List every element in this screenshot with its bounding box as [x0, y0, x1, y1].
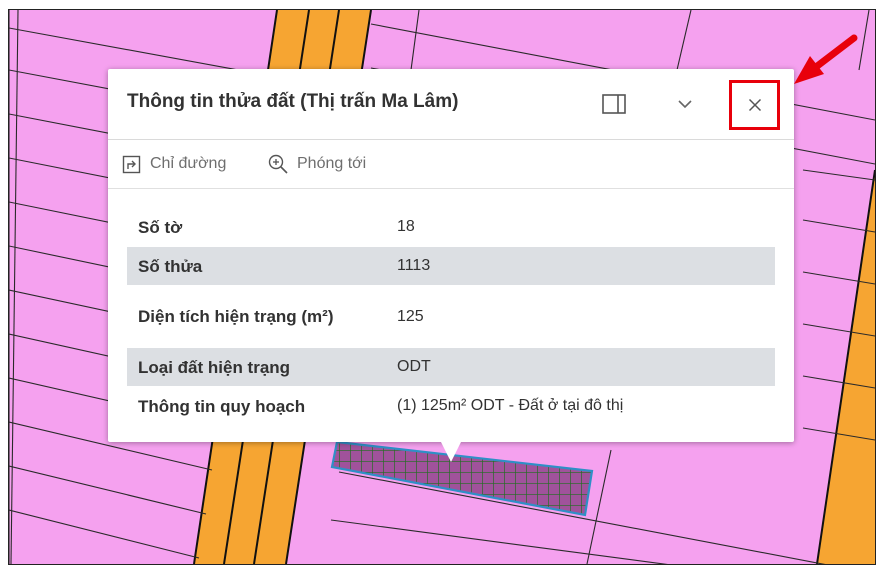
table-row: Loại đất hiện trạng ODT	[127, 348, 775, 386]
table-row: Số thửa 1113	[127, 247, 775, 285]
chevron-down-icon	[678, 100, 692, 109]
parcel-info-popup: Thông tin thửa đất (Thị trấn Ma Lâm) Chỉ…	[108, 69, 794, 462]
close-icon	[748, 98, 761, 112]
directions-label: Chỉ đường	[150, 155, 227, 172]
close-button[interactable]	[729, 80, 780, 130]
dock-button[interactable]	[600, 91, 628, 117]
popup-title: Thông tin thửa đất (Thị trấn Ma Lâm)	[127, 91, 459, 112]
directions-action[interactable]: Chỉ đường	[122, 153, 226, 175]
attribute-value: ODT	[397, 358, 431, 375]
collapse-button[interactable]	[671, 91, 699, 117]
attribute-value: (1) 125m² ODT - Đất ở tại đô thị	[397, 397, 624, 414]
attribute-label: Số tờ	[138, 217, 183, 237]
directions-icon	[122, 155, 141, 174]
attribute-label: Diện tích hiện trạng (m²)	[138, 307, 334, 326]
attribute-label: Số thửa	[138, 256, 203, 276]
table-row: Thông tin quy hoạch (1) 125m² ODT - Đất …	[127, 386, 775, 426]
attribute-value: 18	[397, 218, 415, 235]
dock-icon	[602, 94, 626, 114]
table-row: Diện tích hiện trạng (m²) 125	[127, 285, 775, 348]
popup-pointer	[440, 440, 462, 462]
attribute-label: Loại đất hiện trạng	[138, 357, 291, 377]
zoom-to-action[interactable]: Phóng tới	[267, 153, 366, 175]
zoom-in-icon	[268, 154, 288, 174]
popup-header: Thông tin thửa đất (Thị trấn Ma Lâm)	[108, 69, 794, 140]
red-arrow-annotation	[794, 34, 858, 84]
attribute-value: 1113	[397, 257, 431, 274]
attribute-table: Số tờ 18 Số thửa 1113 Diện tích hiện trạ…	[127, 207, 775, 426]
table-row: Số tờ 18	[127, 207, 775, 247]
attribute-label: Thông tin quy hoạch	[138, 396, 306, 416]
zoom-to-label: Phóng tới	[297, 155, 367, 172]
popup-actions-bar: Chỉ đường Phóng tới	[108, 140, 794, 189]
attribute-value: 125	[397, 307, 424, 325]
